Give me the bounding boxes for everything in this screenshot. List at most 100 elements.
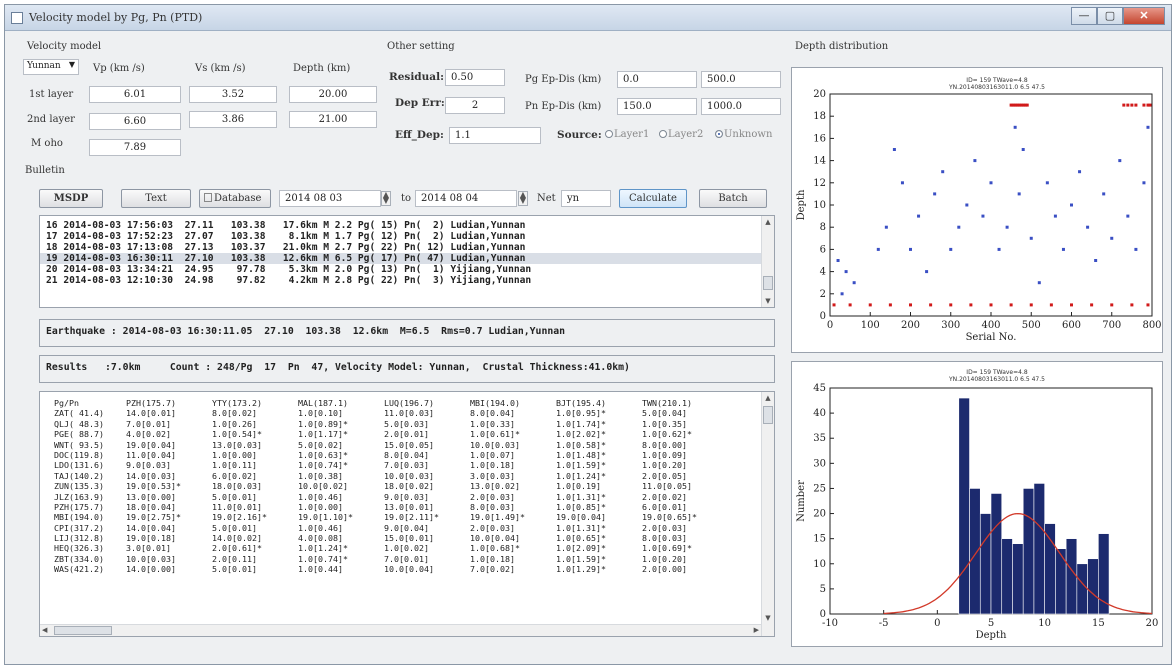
- table-row[interactable]: WAS(421.2) 14.0[0.00] 5.0[0.01] 1.0[0.44] 10…: [54, 564, 774, 574]
- scatter-point: [852, 281, 856, 285]
- table-cell: 6.0[0.01]: [642, 501, 687, 512]
- table-row[interactable]: LIJ(312.8) 19.0[0.18] 14.0[0.02] 4.0[0.08] 1…: [54, 533, 774, 543]
- event-list-item[interactable]: 21 2014-08-03 12:10:30 24.98 97.82 4.2km…: [40, 275, 774, 286]
- maximize-button[interactable]: ▢: [1097, 7, 1123, 25]
- date-to-field[interactable]: 2014 08 04: [415, 190, 517, 207]
- table-cell: 19.0[0.04]: [556, 512, 606, 523]
- table-row[interactable]: PGE( 88.7) 4.0[0.02] 1.0[0.54]* 1.0[1.17]* 2…: [54, 429, 774, 439]
- table-cell: 8.0[0.04]: [384, 449, 429, 460]
- hist-bar: [1065, 538, 1078, 615]
- source-unknown-radio[interactable]: Unknown: [715, 129, 772, 140]
- results-table-hscroll[interactable]: ◀ ▶: [40, 624, 761, 636]
- x-tick-label: 100: [861, 320, 880, 331]
- table-cell: 8.0[0.00]: [642, 439, 687, 450]
- table-cell: 1.0[0.85]*: [556, 501, 606, 512]
- pn-min-field[interactable]: 150.0: [617, 98, 697, 115]
- table-row[interactable]: WNT( 93.5) 19.0[0.04] 13.0[0.03] 5.0[0.02] 1…: [54, 440, 774, 450]
- table-row[interactable]: HEQ(326.3) 3.0[0.01] 2.0[0.61]* 1.0[1.24]* 1…: [54, 543, 774, 553]
- x-axis-label: Serial No.: [966, 332, 1017, 343]
- table-cell: 10.0[0.03]: [470, 439, 520, 450]
- table-cell: 10.0[0.04]: [470, 533, 520, 544]
- scroll-down-icon[interactable]: ▼: [762, 295, 774, 307]
- net-field[interactable]: yn: [561, 190, 611, 207]
- table-row[interactable]: DOC(119.8) 11.0[0.04] 1.0[0.00] 1.0[0.63]* 8…: [54, 450, 774, 460]
- event-list[interactable]: 16 2014-08-03 17:56:03 27.11 103.38 17.6…: [39, 215, 775, 308]
- date-to-spinner[interactable]: ▲ ▼: [518, 191, 528, 206]
- event-list-item[interactable]: 20 2014-08-03 13:34:21 24.95 97.78 5.3km…: [40, 264, 774, 275]
- scroll-down-icon[interactable]: ▼: [762, 612, 774, 624]
- table-cell: 19.0[1.10]*: [298, 512, 353, 523]
- table-cell: LDO(131.6): [54, 460, 104, 471]
- event-list-item[interactable]: 16 2014-08-03 17:56:03 27.11 103.38 17.6…: [40, 220, 774, 231]
- scatter-point: [892, 148, 896, 151]
- date-from-field[interactable]: 2014 08 03: [279, 190, 381, 207]
- y-tick-label: 18: [813, 111, 826, 122]
- table-cell: 5.0[0.01]: [212, 491, 257, 502]
- event-list-item[interactable]: 18 2014-08-03 17:13:08 27.13 103.37 21.0…: [40, 242, 774, 253]
- database-button[interactable]: Database: [199, 189, 271, 208]
- pg-max-field[interactable]: 500.0: [701, 71, 781, 88]
- results-table[interactable]: Pg/Pn PZH(175.7) YTY(173.2) MAL(187.1) LUQ(1…: [39, 391, 775, 637]
- dep-err-field[interactable]: 2: [445, 97, 505, 114]
- table-cell: 19.0[2.11]*: [384, 512, 439, 523]
- source-layer2-radio[interactable]: Layer2: [659, 129, 703, 140]
- table-row[interactable]: JLZ(163.9) 13.0[0.00] 5.0[0.01] 1.0[0.46] 9.…: [54, 492, 774, 502]
- table-header-cell: PZH(175.7): [126, 398, 176, 408]
- layer1-depth-field[interactable]: 20.00: [289, 86, 377, 103]
- table-cell: 2.0[0.00]: [642, 564, 687, 575]
- residual-field[interactable]: 0.50: [445, 69, 505, 86]
- table-row[interactable]: TAJ(140.2) 14.0[0.03] 6.0[0.02] 1.0[0.38] 10…: [54, 471, 774, 481]
- table-row[interactable]: QLJ( 48.3) 7.0[0.01] 1.0[0.26] 1.0[0.89]* 5.…: [54, 419, 774, 429]
- table-cell: 19.0[1.49]*: [470, 512, 525, 523]
- scroll-right-icon[interactable]: ▶: [754, 625, 759, 636]
- scroll-up-icon[interactable]: ▲: [762, 216, 774, 228]
- layer1-vs-field[interactable]: 3.52: [189, 86, 277, 103]
- calculate-button[interactable]: Calculate: [619, 189, 687, 208]
- table-cell: 8.0[0.04]: [470, 408, 515, 419]
- close-button[interactable]: ✕: [1123, 7, 1165, 25]
- event-list-item[interactable]: 19 2014-08-03 16:30:11 27.10 103.38 12.6…: [40, 253, 774, 264]
- minimize-button[interactable]: —: [1071, 7, 1097, 25]
- event-list-scrollbar[interactable]: ▲ ▼: [761, 216, 774, 307]
- layer2-depth-field[interactable]: 21.00: [289, 111, 377, 128]
- scroll-left-icon[interactable]: ◀: [42, 625, 47, 636]
- y-tick-label: 15: [813, 534, 826, 545]
- pg-min-field[interactable]: 0.0: [617, 71, 697, 88]
- event-list-scroll-thumb[interactable]: [763, 276, 773, 290]
- table-row[interactable]: ZAT( 41.4) 14.0[0.01] 8.0[0.02] 1.0[0.10] 11…: [54, 408, 774, 418]
- table-row[interactable]: ZBT(334.0) 10.0[0.03] 2.0[0.11] 1.0[0.74]* 7…: [54, 554, 774, 564]
- batch-button[interactable]: Batch: [699, 189, 767, 208]
- moho-vp-field[interactable]: 7.89: [89, 139, 181, 156]
- eff-dep-field[interactable]: 1.1: [449, 127, 541, 144]
- scatter-point: [1078, 170, 1082, 174]
- layer1-vp-field[interactable]: 6.01: [89, 86, 181, 103]
- results-table-vscroll[interactable]: ▲ ▼: [761, 392, 774, 636]
- table-cell: 3.0[0.03]: [470, 470, 515, 481]
- date-from-spinner[interactable]: ▲ ▼: [381, 191, 391, 206]
- table-row[interactable]: PZH(175.7) 18.0[0.04] 11.0[0.01] 1.0[0.00] 1…: [54, 502, 774, 512]
- pn-max-field[interactable]: 1000.0: [701, 98, 781, 115]
- layer2-vp-field[interactable]: 6.60: [89, 113, 181, 130]
- source-layer1-radio[interactable]: Layer1: [605, 129, 649, 140]
- scatter-point: [1061, 247, 1065, 251]
- event-list-item[interactable]: 17 2014-08-03 17:52:23 27.07 103.38 8.1k…: [40, 231, 774, 242]
- msdp-button[interactable]: MSDP: [39, 189, 103, 208]
- table-cell: 19.0[2.75]*: [126, 512, 181, 523]
- results-table-hthumb[interactable]: [54, 626, 112, 635]
- model-select[interactable]: Yunnan ▼: [23, 59, 79, 75]
- depth-histogram-chart: ID= 159 TWave=4.8 YN.20140803163011.0 6.…: [796, 369, 1158, 641]
- scatter-point: [981, 214, 985, 218]
- table-row[interactable]: LDO(131.6) 9.0[0.03] 1.0[0.11] 1.0[0.74]* 7.…: [54, 460, 774, 470]
- x-tick-label: -5: [879, 618, 889, 629]
- scroll-up-icon[interactable]: ▲: [762, 392, 774, 404]
- table-row[interactable]: ZUN(135.3) 19.0[0.53]* 18.0[0.03] 10.0[0.02…: [54, 481, 774, 491]
- results-table-vthumb[interactable]: [763, 406, 773, 424]
- table-cell: 8.0[0.03]: [470, 501, 515, 512]
- text-button[interactable]: Text: [121, 189, 191, 208]
- table-cell: 1.0[0.26]: [212, 418, 257, 429]
- layer2-vs-field[interactable]: 3.86: [189, 111, 277, 128]
- table-cell: 13.0[0.03]: [212, 439, 262, 450]
- source-label: Source:: [557, 129, 602, 141]
- table-row[interactable]: MBI(194.0) 19.0[2.75]* 19.0[2.16]* 19.0[1.1…: [54, 512, 774, 522]
- table-row[interactable]: CPI(317.2) 14.0[0.04] 5.0[0.01] 1.0[0.46] 9.…: [54, 523, 774, 533]
